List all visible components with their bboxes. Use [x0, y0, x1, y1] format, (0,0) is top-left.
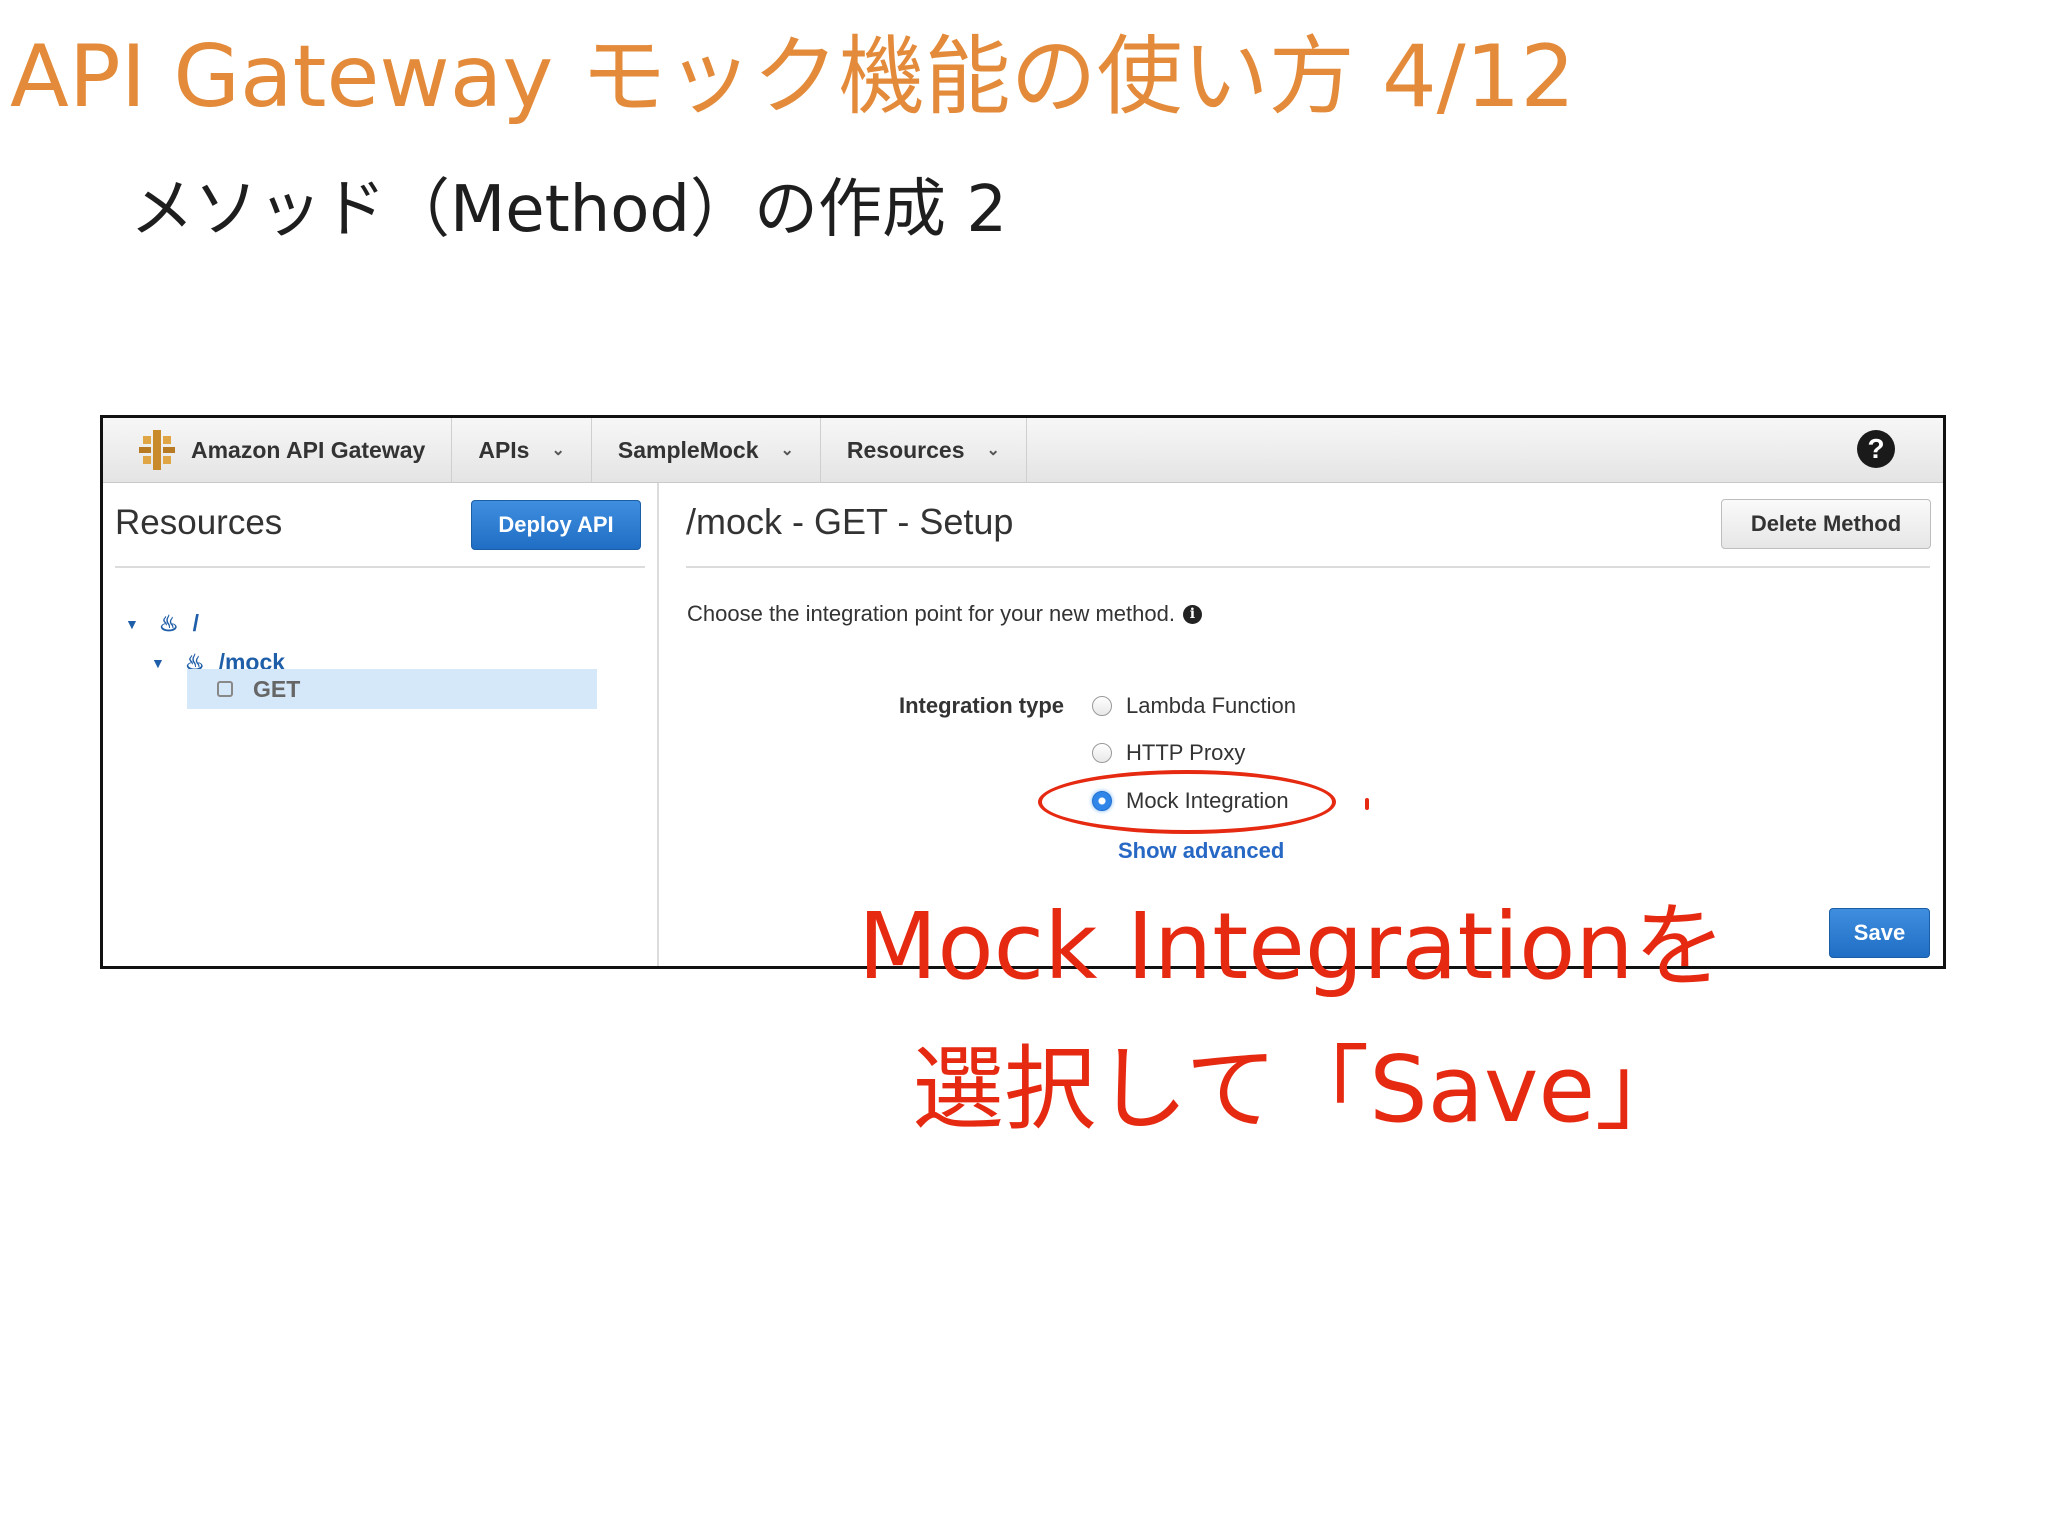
show-advanced-link[interactable]: Show advanced [1118, 838, 1284, 864]
slide-subtitle: メソッド（Method）の作成 2 [130, 173, 1008, 247]
resource-icon: ♨ [158, 610, 179, 636]
slide: API Gateway モック機能の使い方 4/12 メソッド（Method）の… [0, 0, 2048, 1536]
radio-lambda-function[interactable]: Lambda Function [1092, 693, 1296, 719]
radio-button-unchecked[interactable] [1092, 696, 1112, 716]
nav-item-apis[interactable]: APIs ⌄ [452, 418, 592, 482]
tree-item-label: / [192, 610, 199, 636]
caret-down-icon[interactable]: ▼ [151, 655, 165, 671]
radio-http-proxy[interactable]: HTTP Proxy [1092, 740, 1245, 766]
annotation-line-1: Mock Integrationを [858, 893, 1726, 1000]
radio-label: Lambda Function [1126, 693, 1296, 718]
nav-item-label: SampleMock [617, 436, 759, 463]
info-icon[interactable]: i [1182, 604, 1202, 624]
caret-down-icon[interactable]: ▼ [125, 616, 139, 632]
chevron-down-icon: ⌄ [780, 442, 794, 459]
prompt-label: Choose the integration point for your ne… [687, 601, 1175, 626]
delete-method-button[interactable]: Delete Method [1721, 499, 1931, 549]
divider [686, 566, 1930, 568]
method-icon [217, 681, 233, 697]
integration-type-label: Integration type [899, 693, 1065, 718]
nav-item-label: Resources [846, 436, 965, 463]
api-gateway-logo-icon [139, 430, 175, 470]
nav-item-samplemock[interactable]: SampleMock ⌄ [592, 418, 821, 482]
radio-label: HTTP Proxy [1126, 740, 1246, 765]
setup-title: /mock - GET - Setup [686, 501, 1014, 542]
resources-heading: Resources [115, 503, 283, 542]
radio-button-unchecked[interactable] [1092, 743, 1112, 763]
integration-prompt: Choose the integration point for your ne… [687, 601, 1202, 627]
highlight-ellipse [1038, 770, 1336, 834]
nav-item-resources[interactable]: Resources ⌄ [821, 418, 1027, 482]
tree-item-label: GET [253, 675, 301, 702]
help-icon[interactable]: ? [1857, 430, 1895, 468]
tree-item-get-method[interactable]: GET [187, 669, 597, 709]
nav-brand-label: Amazon API Gateway [191, 436, 426, 463]
divider [115, 566, 645, 568]
resources-pane: Resources Deploy API ▼ ♨ / ▼ ♨ /mock GET [103, 483, 659, 966]
deploy-api-button[interactable]: Deploy API [471, 500, 641, 550]
tree-item-root[interactable]: ▼ ♨ / [125, 610, 199, 637]
nav-item-label: APIs [478, 436, 530, 463]
chevron-down-icon: ⌄ [986, 442, 1000, 459]
annotation-mark [1365, 798, 1369, 810]
chevron-down-icon: ⌄ [551, 442, 565, 459]
annotation-line-2: 選択して「Save」 [912, 1036, 1688, 1143]
slide-title: API Gateway モック機能の使い方 4/12 [10, 27, 1576, 127]
top-nav-bar: Amazon API Gateway APIs ⌄ SampleMock ⌄ R… [103, 418, 1943, 483]
nav-brand[interactable]: Amazon API Gateway [103, 418, 453, 482]
